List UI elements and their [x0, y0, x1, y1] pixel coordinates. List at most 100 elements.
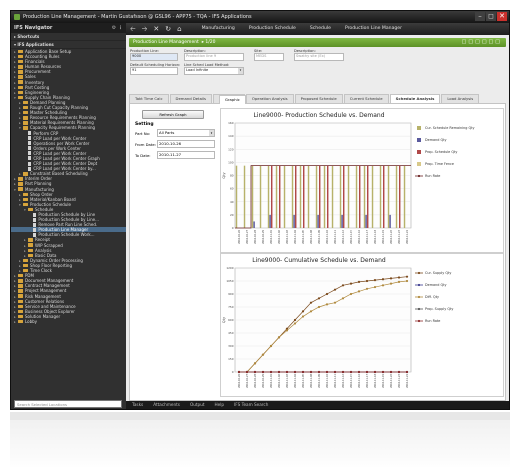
document-icon: [33, 232, 37, 237]
site-field: Site: MEDS: [254, 49, 284, 61]
x-tick-label: 2010-11-03: [286, 230, 289, 244]
breadcrumb-item[interactable]: Production Schedule: [249, 26, 296, 31]
data-point: [245, 370, 249, 374]
data-point: [317, 297, 321, 300]
data-point: [285, 329, 289, 332]
minimize-icon[interactable]: –: [475, 12, 485, 21]
data-point: [373, 279, 377, 282]
site-description-input[interactable]: Swathy site (Ex): [294, 53, 344, 61]
navigator-search-input[interactable]: Search Selected Locations: [14, 400, 122, 408]
x-tick-label: 2010-10-28: [254, 374, 257, 388]
folder-icon: [23, 126, 28, 130]
folder-icon: [28, 248, 33, 252]
tab-proposed-schedule[interactable]: Proposed Schedule: [294, 94, 343, 103]
line-description-field: Description: Production line 9: [184, 49, 244, 61]
tab-load-analysis[interactable]: Load Analysis: [441, 94, 480, 103]
ifs-applications-row[interactable]: ▾ IFS Applications: [11, 41, 126, 49]
to-date-input[interactable]: 2010-11-27: [157, 151, 215, 159]
app-logo-icon: [14, 14, 20, 20]
cancel-icon[interactable]: ✕: [153, 23, 159, 35]
statusbar-item[interactable]: Attachments: [153, 402, 180, 407]
page-tools-icon[interactable]: □□□□□□: [462, 38, 502, 47]
folder-icon: [28, 253, 33, 258]
legend-label: Prop. Supply Qty: [425, 307, 453, 311]
window-controls: – ◻ ✕: [475, 12, 507, 21]
bar: [371, 165, 374, 228]
back-icon[interactable]: 🡠: [130, 23, 136, 35]
folder-icon: [18, 187, 23, 191]
maximize-icon[interactable]: ◻: [486, 12, 496, 21]
from-date-input[interactable]: 2010-10-26: [157, 140, 215, 148]
document-icon: [28, 151, 32, 156]
close-icon[interactable]: ✕: [497, 12, 507, 21]
site-description-field: Description: Swathy site (Ex): [294, 49, 344, 61]
line-description-input[interactable]: Production line 9: [184, 53, 244, 61]
legend-label: Demand Qty: [425, 138, 446, 142]
breadcrumb-item[interactable]: Schedule: [310, 26, 331, 31]
x-tick-label: 2010-10-29: [262, 230, 265, 244]
load-method-select[interactable]: Load Infinite ▾: [184, 67, 244, 75]
x-tick-label: 2010-11-19: [382, 230, 385, 244]
statusbar-item[interactable]: IFS Team Search: [234, 402, 268, 407]
document-icon: [28, 161, 32, 166]
data-point: [293, 370, 297, 374]
refresh-graph-button[interactable]: Refresh Graph: [142, 110, 204, 119]
part-no-select[interactable]: All Parts ▾: [157, 129, 215, 137]
y-tick-label: 100: [228, 160, 234, 164]
data-point: [365, 279, 369, 283]
production-line-input[interactable]: 9000: [130, 53, 178, 61]
statusbar-item[interactable]: Output: [190, 402, 205, 407]
data-point: [253, 370, 257, 374]
statusbar-item[interactable]: Help: [215, 402, 225, 407]
document-icon: [28, 131, 32, 135]
y-tick-label: 80: [230, 174, 234, 178]
data-point: [397, 276, 401, 279]
tab-graphic[interactable]: Graphic: [219, 95, 246, 104]
bar: [317, 214, 319, 228]
folder-icon: [18, 85, 23, 89]
production-schedule-svg: Line9000- Production Schedule vs. Demand…: [222, 112, 475, 244]
tab-current-schedule[interactable]: Current Schedule: [343, 94, 389, 103]
data-point: [269, 370, 273, 374]
navigator-item[interactable]: ▸ Lobby: [11, 319, 126, 324]
data-point: [365, 287, 369, 290]
data-point: [237, 370, 241, 374]
forward-icon[interactable]: 🡢: [142, 23, 148, 35]
legend-swatch: [417, 162, 421, 166]
bar: [389, 214, 391, 228]
y-tick-label: 0: [232, 226, 234, 230]
legend-marker: [417, 271, 421, 275]
shortcuts-label: Shortcuts: [17, 34, 40, 39]
x-tick-label: 2010-11-02: [278, 374, 281, 388]
bar: [323, 165, 326, 228]
site-input[interactable]: MEDS: [254, 53, 284, 61]
data-point: [293, 318, 297, 322]
y-tick-label: 140: [228, 134, 234, 138]
shortcuts-row[interactable]: ▸ Shortcuts: [11, 33, 126, 41]
navigator-tools-icon[interactable]: ⚙ ⋮: [112, 23, 123, 33]
data-point: [389, 370, 393, 374]
tab-schedule-analysis[interactable]: Schedule Analysis: [389, 94, 441, 103]
breadcrumb-item[interactable]: Production Line Manager: [345, 26, 402, 31]
horizon-input[interactable]: 91: [130, 67, 178, 75]
legend-label: Run Rate: [425, 174, 440, 178]
refresh-icon[interactable]: ↻: [165, 23, 171, 35]
x-tick-label: 2010-11-03: [286, 374, 289, 388]
folder-icon: [18, 75, 23, 79]
statusbar-item[interactable]: Tasks: [132, 402, 143, 407]
x-tick-label: 2010-10-28: [254, 230, 257, 244]
x-tick-label: 2010-11-10: [326, 374, 329, 388]
tab-operation-analysis[interactable]: Operation Analysis: [245, 94, 294, 103]
x-tick-label: 2010-11-05: [302, 374, 305, 388]
breadcrumb-item[interactable]: Manufacturing: [202, 26, 235, 31]
bar: [279, 165, 281, 228]
folder-icon: [18, 289, 23, 293]
home-icon[interactable]: ⌂: [177, 23, 181, 35]
tab-demand-details[interactable]: Demand Details: [169, 94, 213, 103]
data-point: [301, 315, 305, 318]
tab-takt-time-calc[interactable]: Takt Time Calc: [129, 94, 169, 103]
graph-settings-panel: Refresh Graph Setting Part No: All Parts…: [132, 106, 218, 162]
data-point: [333, 301, 337, 304]
legend-swatch: [417, 138, 421, 142]
folder-icon: [18, 279, 23, 283]
